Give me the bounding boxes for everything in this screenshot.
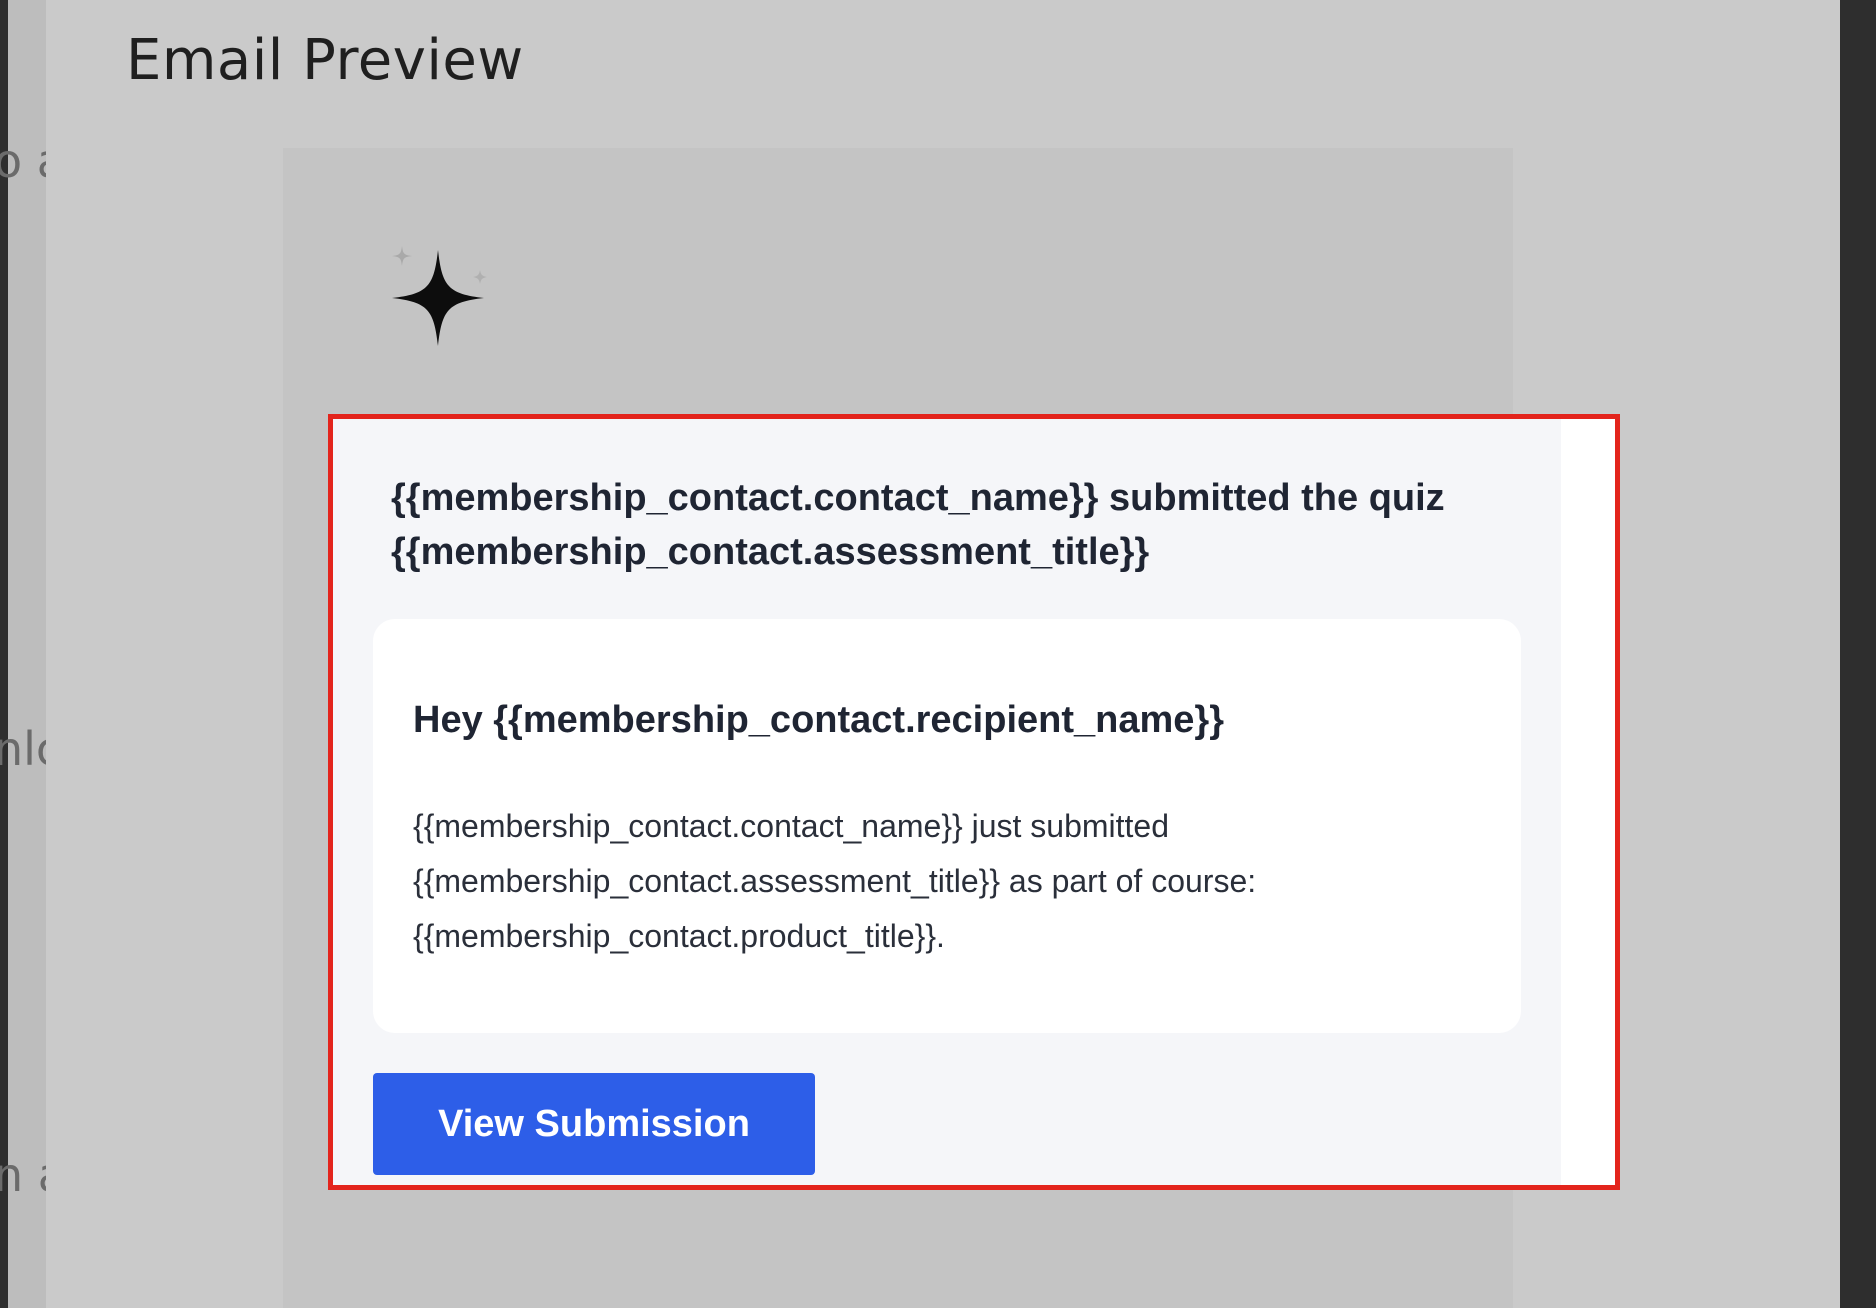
background-text-fragment: nlc	[0, 722, 46, 776]
email-headline: {{membership_contact.contact_name}} subm…	[391, 477, 1445, 573]
modal-backdrop-edge	[1840, 0, 1876, 1308]
highlighted-email-region: {{membership_contact.contact_name}} subm…	[328, 414, 1620, 1190]
email-body-text: {{membership_contact.contact_name}} just…	[413, 808, 1257, 954]
background-text-fragment: n a	[0, 1148, 46, 1202]
sparkle-icon	[392, 246, 487, 346]
background-text-fragment: o a	[0, 134, 46, 188]
modal-title: Email Preview	[126, 28, 524, 93]
background-edge	[0, 0, 8, 1308]
background-page: o a nlc n a	[0, 0, 46, 1308]
email-greeting: Hey {{membership_contact.recipient_name}…	[413, 699, 1224, 741]
view-submission-button[interactable]: View Submission	[373, 1073, 815, 1175]
email-message-card: Hey {{membership_contact.recipient_name}…	[373, 619, 1521, 1033]
email-body: {{membership_contact.contact_name}} subm…	[333, 419, 1561, 1185]
